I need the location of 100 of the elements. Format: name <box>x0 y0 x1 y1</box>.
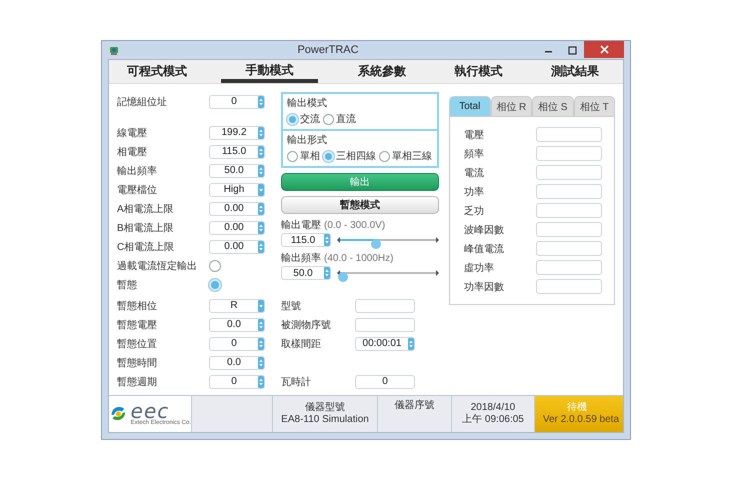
close-button[interactable] <box>584 41 624 58</box>
measurement-label: 電流 <box>464 166 485 180</box>
spin-box[interactable]: 0 <box>209 374 265 388</box>
caret-icon <box>258 184 264 196</box>
setting-label: 記憶組位址 <box>117 96 168 108</box>
setting-label: 被測物序號 <box>281 318 332 332</box>
date-text: 2018/4/10 <box>470 402 516 414</box>
radio-button[interactable] <box>209 260 221 272</box>
spin-arrows-icon <box>258 146 264 158</box>
tab[interactable]: 系統參數 <box>334 60 430 83</box>
readout-field <box>536 222 602 237</box>
spin-arrows-icon <box>258 202 264 214</box>
tab[interactable]: 測試結果 <box>526 60 624 83</box>
spin-arrows-icon <box>258 96 264 108</box>
spin-box[interactable]: 199.2 <box>209 126 265 140</box>
spin-box[interactable]: 00:00:01 <box>355 336 415 350</box>
dropdown[interactable]: R <box>209 298 265 312</box>
arrow-right-icon <box>436 270 439 276</box>
readout-field <box>536 127 602 142</box>
tab[interactable]: 相位 T <box>574 96 615 116</box>
readout-field <box>536 146 602 161</box>
tab[interactable]: 執行模式 <box>430 60 527 83</box>
spin-arrows-icon <box>324 267 330 279</box>
serial-label: 儀器序號 <box>394 400 434 412</box>
version-text: Ver 2.0.0.59 beta <box>542 414 619 426</box>
window-title: PowerTRAC <box>296 44 360 56</box>
setting-label: 暫態相位 <box>117 300 158 312</box>
spin-box[interactable]: 0 <box>209 94 265 108</box>
spin-arrows-icon <box>258 338 264 350</box>
text-field[interactable]: 0 <box>355 374 415 388</box>
spin-box[interactable]: 0 <box>209 336 265 350</box>
text-field[interactable] <box>355 298 415 312</box>
spin-arrows-icon <box>408 338 414 350</box>
setting-label: 輸出頻率 <box>117 164 158 178</box>
model-label: 儀器型號 <box>305 402 345 414</box>
setting-label: 暫態電壓 <box>117 318 158 332</box>
spin-box[interactable]: 0.0 <box>209 318 265 332</box>
measurement-label: 電壓 <box>464 128 485 142</box>
setting-label: 過載電流恆定輸出 <box>117 260 198 272</box>
setting-label: A相電流上限 <box>117 202 175 216</box>
slider-thumb[interactable] <box>371 239 382 249</box>
setting-label: 電壓檔位 <box>117 184 158 196</box>
setting-label: 暫態位置 <box>117 338 158 350</box>
group-title: 輸出形式 <box>287 134 328 147</box>
mode-button[interactable]: 暫態模式 <box>281 196 439 214</box>
readout-field <box>536 203 602 218</box>
caret-icon <box>258 300 264 312</box>
tab[interactable]: 可程式模式 <box>109 60 206 83</box>
arrow-left-icon <box>337 237 340 243</box>
maximize-icon <box>568 46 576 54</box>
spin-box[interactable]: 0.00 <box>209 240 265 254</box>
spin-arrows-icon <box>258 222 264 234</box>
spin-arrows-icon <box>258 126 264 138</box>
radio-option[interactable]: 單相三線 <box>379 149 432 163</box>
measurement-label: 虛功率 <box>464 262 495 274</box>
spin-box[interactable]: 50.0 <box>209 164 265 178</box>
spin-arrows-icon <box>258 356 264 368</box>
spin-box[interactable]: 115.0 <box>281 233 331 247</box>
arrow-right-icon <box>436 237 439 243</box>
time-text: 上午 09:06:05 <box>462 414 524 426</box>
readout-field <box>536 241 602 256</box>
spin-arrows-icon <box>258 240 264 252</box>
radio-option[interactable]: 直流 <box>323 112 356 126</box>
tab[interactable]: 相位 S <box>532 96 574 116</box>
setting-label: 暫態時間 <box>117 356 158 370</box>
setting-label: 相電壓 <box>117 146 148 158</box>
group-title: 輸出模式 <box>287 96 328 110</box>
measurement-label: 功率因數 <box>464 280 505 294</box>
status-text: 待機 <box>567 402 587 414</box>
spin-arrows-icon <box>324 234 330 246</box>
text-field[interactable] <box>355 318 415 332</box>
readout-field <box>536 279 602 294</box>
spin-arrows-icon <box>258 164 264 176</box>
measurement-label: 頻率 <box>464 148 485 160</box>
setting-label: 暫態週期 <box>117 376 158 388</box>
tab[interactable]: 手動模式 <box>221 60 318 83</box>
setting-label: 線電壓 <box>117 126 148 140</box>
spin-box[interactable]: 0.00 <box>209 220 265 234</box>
measurement-label: 功率 <box>464 186 485 198</box>
readout-field <box>536 260 602 275</box>
tab[interactable]: 相位 R <box>490 96 532 116</box>
spin-box[interactable]: 50.0 <box>281 266 331 280</box>
spin-box[interactable]: 115.0 <box>209 144 265 158</box>
setting-label: C相電流上限 <box>117 240 176 254</box>
readout-field <box>536 184 602 199</box>
dropdown[interactable]: High <box>209 182 265 196</box>
spin-box[interactable]: 0.00 <box>209 202 265 216</box>
radio-option[interactable]: 單相 <box>287 149 320 163</box>
setting-label: 取樣間距 <box>281 338 322 350</box>
close-icon <box>600 45 608 54</box>
slider-label: 輸出電壓 <box>281 220 321 231</box>
spin-box[interactable]: 0.0 <box>209 356 265 370</box>
radio-option[interactable]: 交流 <box>287 112 320 126</box>
measurement-label: 峰值電流 <box>464 242 505 256</box>
setting-label: 型號 <box>281 300 302 312</box>
tab[interactable]: Total <box>449 96 490 116</box>
measurement-label: 波峰因數 <box>464 224 505 236</box>
slider-thumb[interactable] <box>338 272 348 282</box>
radio-option[interactable]: 三相四線 <box>323 149 376 163</box>
model-value: EA8-110 Simulation <box>281 414 369 426</box>
